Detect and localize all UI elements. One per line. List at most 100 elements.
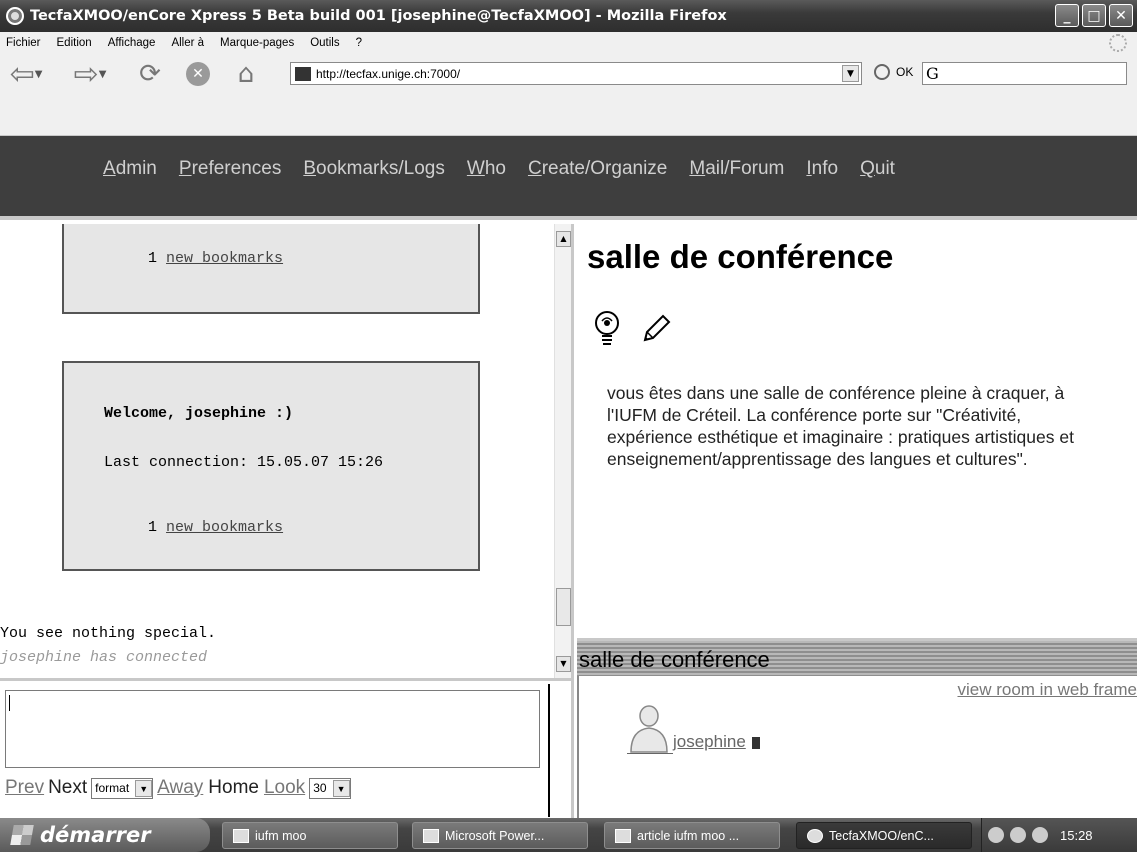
menu-fichier[interactable]: Fichier: [6, 37, 41, 49]
prev-link[interactable]: Prev: [5, 777, 44, 799]
command-input[interactable]: [5, 690, 540, 768]
last-connection: Last connection: 15.05.07 15:26: [104, 454, 384, 471]
java-icon[interactable]: [1010, 827, 1026, 843]
moo-menu-bar: Admin Preferences Bookmarks/Logs Who Cre…: [0, 136, 1137, 220]
close-button[interactable]: ✕: [1109, 4, 1133, 27]
room-description: vous êtes dans une salle de conférence p…: [607, 383, 1074, 469]
lightbulb-icon[interactable]: [593, 310, 621, 350]
new-bookmarks-notice: 1 new bookmarks: [148, 250, 284, 267]
reload-icon[interactable]: ⟳: [134, 59, 166, 89]
menu-bar: Fichier Edition Affichage Aller à Marque…: [0, 32, 1137, 54]
menu-edition[interactable]: Edition: [57, 37, 92, 49]
firefox-icon: [6, 7, 24, 25]
lines-select[interactable]: 30 ▼: [309, 777, 351, 799]
room-pane: salle de conférence vous êtes dans une s…: [577, 224, 1137, 638]
folder-icon: [233, 828, 249, 843]
scroll-down-icon[interactable]: ▼: [556, 656, 571, 672]
forward-dropdown-icon[interactable]: ▼: [99, 69, 107, 80]
view-room-link[interactable]: view room in web frame: [957, 680, 1137, 700]
welcome-message: Welcome, josephine :): [104, 405, 294, 422]
log-line-connected: josephine has connected: [0, 649, 208, 666]
home-icon[interactable]: ⌂: [230, 59, 262, 89]
link-underline: [627, 753, 673, 754]
go-icon: [874, 64, 890, 80]
room-bar-label: salle de conférence: [579, 647, 770, 672]
bookmark-box: 1 new bookmarks: [62, 224, 480, 314]
menu-mail-forum[interactable]: Mail/Forum: [689, 158, 784, 180]
window-controls: _ □ ✕: [1055, 4, 1133, 27]
task-powerpoint[interactable]: Microsoft Power...: [412, 822, 588, 849]
url-text[interactable]: http://tecfax.unige.ch:7000/: [316, 67, 460, 81]
task-article[interactable]: article iufm moo ...: [604, 822, 780, 849]
avatar-icon: [630, 705, 668, 753]
menu-aller[interactable]: Aller à: [171, 37, 204, 49]
new-bookmarks-link[interactable]: new bookmarks: [166, 250, 283, 267]
task-firefox[interactable]: TecfaXMOO/enC...: [796, 822, 972, 849]
clock: 15:28: [1060, 827, 1093, 843]
input-controls: Prev Next format ▼ Away Home Look 30 ▼: [5, 777, 355, 799]
people-pane: view room in web frame josephine: [577, 676, 1137, 818]
system-tray: 15:28: [981, 818, 1137, 852]
away-link[interactable]: Away: [157, 777, 203, 799]
minimize-button[interactable]: _: [1055, 4, 1079, 27]
look-link[interactable]: Look: [264, 777, 305, 799]
person-entry[interactable]: josephine: [627, 702, 760, 754]
powerpoint-icon: [423, 828, 439, 843]
menu-preferences[interactable]: Preferences: [179, 158, 281, 180]
menu-info[interactable]: Info: [806, 158, 838, 180]
throbber-icon: [1109, 34, 1127, 52]
menu-bookmarks-logs[interactable]: Bookmarks/Logs: [303, 158, 445, 180]
person-name-link[interactable]: josephine: [673, 732, 746, 752]
phone-icon: [751, 737, 760, 749]
menu-who[interactable]: Who: [467, 158, 506, 180]
stop-button[interactable]: ✕: [182, 59, 214, 89]
back-dropdown-icon[interactable]: ▼: [35, 69, 43, 80]
format-select[interactable]: format ▼: [91, 777, 154, 799]
maximize-button[interactable]: □: [1082, 4, 1106, 27]
windows-logo-icon: [10, 825, 34, 845]
tray-arrow-icon[interactable]: [988, 827, 1004, 843]
network-icon[interactable]: [1032, 827, 1048, 843]
chevron-down-icon: ▼: [135, 779, 153, 797]
pencil-icon[interactable]: [639, 312, 673, 346]
home-label[interactable]: Home: [208, 777, 259, 799]
menu-create-organize[interactable]: Create/Organize: [528, 158, 667, 180]
log-pane: 1 new bookmarks Welcome, josephine :) La…: [0, 224, 574, 678]
task-iufm-moo[interactable]: iufm moo: [222, 822, 398, 849]
chevron-down-icon: ▼: [332, 779, 350, 797]
menu-quit[interactable]: Quit: [860, 158, 895, 180]
stop-icon: ✕: [186, 62, 210, 86]
url-dropdown-icon[interactable]: ▼: [842, 65, 859, 82]
new-bookmarks-notice: 1 new bookmarks: [148, 519, 284, 536]
back-button[interactable]: ⇦ ▼: [4, 57, 48, 92]
go-label: OK: [896, 65, 914, 79]
forward-arrow-icon: ⇨: [73, 56, 99, 92]
word-icon: [615, 828, 631, 843]
menu-admin[interactable]: Admin: [103, 158, 157, 180]
google-search-icon[interactable]: G: [926, 64, 939, 83]
next-label[interactable]: Next: [48, 777, 87, 799]
start-button[interactable]: démarrer: [0, 818, 210, 852]
room-header-bar: salle de conférence: [577, 638, 1137, 676]
room-title: salle de conférence: [587, 238, 894, 275]
menu-marque-pages[interactable]: Marque-pages: [220, 37, 294, 49]
menu-outils[interactable]: Outils: [310, 37, 339, 49]
input-pane: Prev Next format ▼ Away Home Look 30 ▼: [0, 678, 574, 818]
pane-divider: [548, 684, 550, 817]
welcome-box: Welcome, josephine :) Last connection: 1…: [62, 361, 480, 571]
log-line: You see nothing special.: [0, 625, 217, 642]
search-bar[interactable]: G: [922, 62, 1127, 85]
window-title-bar: TecfaXMOO/enCore Xpress 5 Beta build 001…: [0, 0, 1137, 32]
firefox-icon: [807, 828, 823, 843]
scroll-thumb[interactable]: [556, 588, 571, 626]
forward-button[interactable]: ⇨ ▼: [68, 56, 112, 92]
new-bookmarks-link[interactable]: new bookmarks: [166, 519, 283, 536]
menu-affichage[interactable]: Affichage: [108, 37, 156, 49]
scroll-up-icon[interactable]: ▲: [556, 231, 571, 247]
log-scrollbar[interactable]: ▲ ▼: [554, 224, 571, 678]
start-label: démarrer: [40, 823, 151, 847]
url-bar[interactable]: http://tecfax.unige.ch:7000/ ▼: [290, 62, 862, 85]
window-title: TecfaXMOO/enCore Xpress 5 Beta build 001…: [30, 8, 727, 24]
go-button[interactable]: OK: [874, 64, 913, 80]
menu-help[interactable]: ?: [356, 37, 362, 49]
